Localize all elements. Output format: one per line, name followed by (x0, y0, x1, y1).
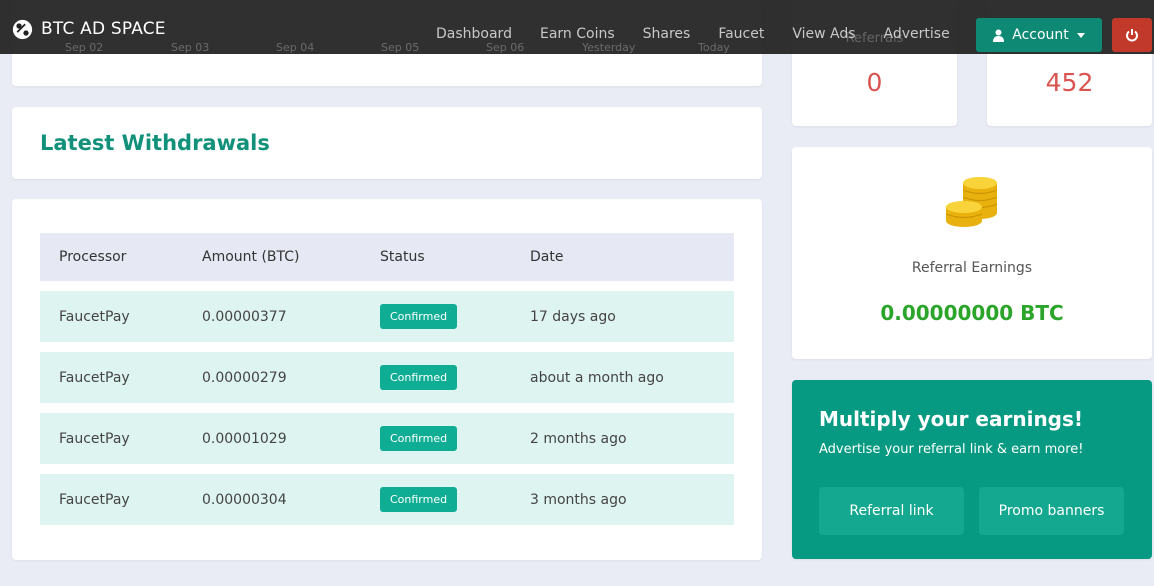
stat-value-right: 452 (1045, 68, 1094, 97)
coins-icon (945, 177, 998, 227)
nav-links: Dashboard Earn Coins Shares Faucet View … (422, 26, 964, 44)
account-label: Account (1012, 27, 1069, 43)
nav-earn-coins[interactable]: Earn Coins (526, 26, 629, 44)
logout-button[interactable] (1112, 18, 1152, 52)
brand[interactable]: BTC AD SPACE (12, 17, 166, 41)
cell-processor: FaucetPay (59, 491, 130, 508)
brand-name: BTC AD SPACE (41, 19, 166, 39)
cell-amount: 0.00000279 (202, 369, 287, 386)
cell-date: 17 days ago (530, 308, 616, 325)
status-badge: Confirmed (380, 426, 458, 451)
cell-date: 3 months ago (530, 491, 627, 508)
caret-down-icon (1076, 32, 1085, 38)
status-badge: Confirmed (380, 304, 458, 329)
logo-icon (12, 19, 33, 39)
withdrawals-title-card: Latest Withdrawals (12, 107, 762, 179)
status-badge: Confirmed (380, 365, 458, 390)
top-navbar: BTC AD SPACE Dashboard Earn Coins Shares… (0, 0, 1154, 54)
nav-shares[interactable]: Shares (629, 26, 705, 44)
withdrawals-table: Processor Amount (BTC) Status Date Fauce… (40, 233, 734, 525)
promo-card: Multiply your earnings! Advertise your r… (792, 380, 1152, 559)
referral-earnings-value: 0.00000000 BTC (880, 301, 1064, 325)
status-badge: Confirmed (380, 487, 458, 512)
cell-processor: FaucetPay (59, 430, 130, 447)
promo-title: Multiply your earnings! (819, 407, 1084, 431)
page-title: Latest Withdrawals (40, 131, 270, 155)
cell-amount: 0.00000377 (202, 308, 287, 325)
column-header-status: Status (380, 249, 425, 265)
table-row: FaucetPay 0.00000279 Confirmed about a m… (40, 352, 734, 403)
power-icon (1126, 29, 1138, 42)
referral-earnings-label: Referral Earnings (911, 260, 1033, 276)
cell-date: about a month ago (530, 369, 664, 386)
referral-link-button[interactable]: Referral link (819, 487, 964, 535)
referral-earnings-card: Referral Earnings 0.00000000 BTC (792, 147, 1152, 359)
account-button[interactable]: Account (976, 18, 1102, 52)
referrals-count: 0 (866, 68, 883, 97)
cell-processor: FaucetPay (59, 308, 130, 325)
cell-amount: 0.00001029 (202, 430, 287, 447)
table-row: FaucetPay 0.00001029 Confirmed 2 months … (40, 413, 734, 464)
table-row: FaucetPay 0.00000304 Confirmed 3 months … (40, 474, 734, 525)
column-header-date: Date (530, 249, 564, 265)
nav-view-ads[interactable]: View Ads (778, 26, 869, 44)
nav-advertise[interactable]: Advertise (870, 26, 964, 44)
table-header: Processor Amount (BTC) Status Date (40, 233, 734, 281)
cell-processor: FaucetPay (59, 369, 130, 386)
cell-date: 2 months ago (530, 430, 627, 447)
withdrawals-table-card: Processor Amount (BTC) Status Date Fauce… (12, 199, 762, 560)
nav-dashboard[interactable]: Dashboard (422, 26, 526, 44)
promo-banners-button[interactable]: Promo banners (979, 487, 1124, 535)
user-icon (993, 29, 1005, 42)
promo-subtitle: Advertise your referral link & earn more… (819, 442, 1084, 457)
column-header-amount: Amount (BTC) (202, 249, 300, 265)
cell-amount: 0.00000304 (202, 491, 287, 508)
column-header-processor: Processor (59, 249, 127, 265)
nav-faucet[interactable]: Faucet (704, 26, 778, 44)
table-row: FaucetPay 0.00000377 Confirmed 17 days a… (40, 291, 734, 342)
